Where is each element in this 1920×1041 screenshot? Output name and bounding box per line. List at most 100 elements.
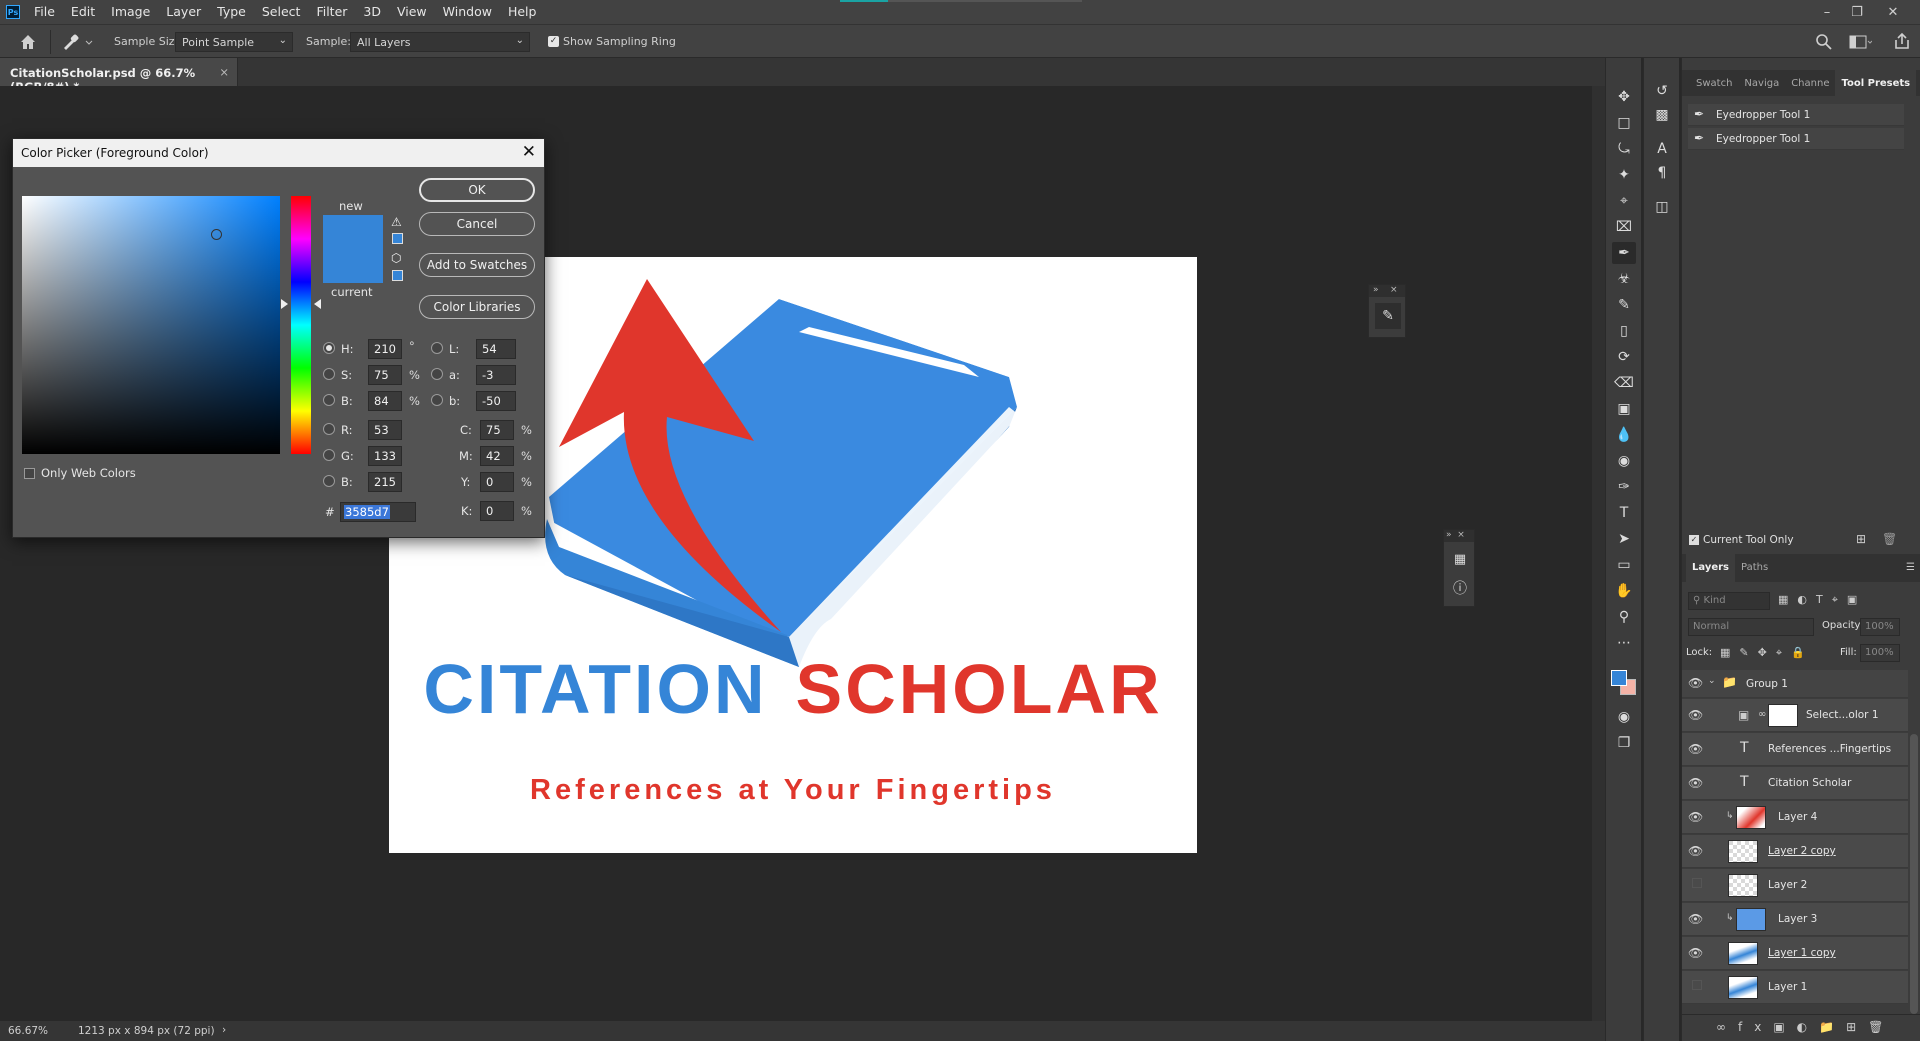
web-safe-cube-icon[interactable]: ⬡ <box>391 251 401 265</box>
menu-edit[interactable]: Edit <box>63 0 103 24</box>
color-picker-cursor[interactable] <box>211 229 222 240</box>
layer-row[interactable]: 👁 ↳ Layer 3 <box>1682 903 1908 936</box>
layer-row[interactable]: 👁 Layer 1 copy <box>1682 937 1908 970</box>
home-icon[interactable] <box>18 32 38 52</box>
opacity-input[interactable]: 100% <box>1860 618 1900 636</box>
layers-scrollbar[interactable] <box>1910 734 1918 1014</box>
menu-help[interactable]: Help <box>500 0 545 24</box>
fill-input[interactable]: 100% <box>1860 644 1900 662</box>
layer-filter-input[interactable]: ⚲ Kind <box>1688 592 1770 610</box>
menu-file[interactable]: File <box>26 0 63 24</box>
frame-tool-icon[interactable]: ⌧ <box>1612 216 1636 238</box>
eye-icon[interactable]: 👁 <box>1688 844 1708 864</box>
close-tab-icon[interactable]: × <box>219 65 229 79</box>
tool-preset-picker[interactable] <box>60 32 94 52</box>
color-libraries-button[interactable]: Color Libraries <box>419 295 535 319</box>
document-tab[interactable]: CitationScholar.psd @ 66.7% (RGB/8#) * × <box>0 58 238 94</box>
eye-icon[interactable]: 👁 <box>1688 776 1708 796</box>
history-brush-tool-icon[interactable]: ⟳ <box>1612 346 1636 368</box>
sample-select[interactable]: All Layers ⌄ <box>350 32 530 52</box>
hue-slider-left-handle[interactable] <box>281 299 288 309</box>
layer-filter-icons[interactable]: ▦◐T⌖▣ <box>1778 593 1866 607</box>
preset-item[interactable]: ✒ Eyedropper Tool 1 <box>1688 128 1904 150</box>
tab-swatches[interactable]: Swatch <box>1690 70 1738 96</box>
layer-row[interactable]: 👁 ↳ Layer 4 <box>1682 801 1908 834</box>
magenta-field[interactable]: 42 <box>480 446 514 466</box>
dodge-tool-icon[interactable]: ◉ <box>1612 450 1636 472</box>
brightness-field[interactable]: 84 <box>368 391 402 411</box>
add-to-swatches-button[interactable]: Add to Swatches <box>419 253 535 277</box>
saturation-brightness-field[interactable] <box>22 196 280 454</box>
lab-l-field[interactable]: 54 <box>476 339 516 359</box>
info-icon[interactable]: ⓘ <box>1449 578 1471 600</box>
vertical-scrollbar[interactable] <box>1592 86 1605 1021</box>
search-icon[interactable] <box>1815 33 1833 51</box>
menu-type[interactable]: Type <box>209 0 254 24</box>
eye-icon[interactable]: 👁 <box>1688 912 1708 932</box>
menu-filter[interactable]: Filter <box>308 0 355 24</box>
sample-size-select[interactable]: Point Sample ⌄ <box>175 32 293 52</box>
tab-navigator[interactable]: Naviga <box>1738 70 1785 96</box>
blue-field[interactable]: 215 <box>368 472 402 492</box>
close-icon[interactable]: ✕ <box>1878 0 1908 24</box>
hex-field[interactable]: 3585d7 <box>340 502 416 522</box>
menu-3d[interactable]: 3D <box>355 0 389 24</box>
eye-hidden-icon[interactable] <box>1692 878 1702 888</box>
share-icon[interactable] <box>1892 31 1912 51</box>
hue-radio[interactable] <box>323 342 335 354</box>
minimize-icon[interactable]: – <box>1812 0 1842 24</box>
rectangle-tool-icon[interactable]: ▭ <box>1612 554 1636 576</box>
saturation-field[interactable]: 75 <box>368 365 402 385</box>
tab-channels[interactable]: Channe <box>1785 70 1835 96</box>
green-field[interactable]: 133 <box>368 446 402 466</box>
layer-row[interactable]: Layer 2 <box>1682 869 1908 902</box>
eyedropper-tool-icon[interactable]: ✒ <box>1612 242 1636 264</box>
marquee-tool-icon[interactable]: □ <box>1612 112 1636 134</box>
pen-tool-icon[interactable]: ✑ <box>1612 476 1636 498</box>
healing-brush-tool-icon[interactable]: ☣ <box>1612 268 1636 290</box>
gamut-color-chip[interactable] <box>392 233 403 244</box>
hue-slider[interactable] <box>291 196 311 454</box>
tab-layers[interactable]: Layers <box>1686 554 1735 582</box>
layer-row[interactable]: 👁 T Citation Scholar <box>1682 767 1908 800</box>
brightness-radio[interactable] <box>323 394 335 406</box>
gradient-tool-icon[interactable]: ▣ <box>1612 398 1636 420</box>
type-tool-icon[interactable]: T <box>1612 502 1636 524</box>
black-field[interactable]: 0 <box>480 501 514 521</box>
magic-wand-tool-icon[interactable]: ✦ <box>1612 164 1636 186</box>
properties-icon[interactable]: ▦ <box>1449 552 1471 574</box>
blend-mode-select[interactable]: Normal <box>1688 618 1814 636</box>
cancel-button[interactable]: Cancel <box>419 212 535 236</box>
current-tool-only-checkbox[interactable]: ✓ <box>1689 535 1699 545</box>
delete-preset-icon[interactable]: 🗑 <box>1882 532 1897 546</box>
crop-tool-icon[interactable]: ⌖ <box>1612 190 1636 212</box>
lasso-tool-icon[interactable]: ⤿ <box>1612 138 1636 160</box>
lock-icons[interactable]: ▦✎✥⌖🔒 <box>1720 646 1814 660</box>
path-selection-tool-icon[interactable]: ➤ <box>1612 528 1636 550</box>
green-radio[interactable] <box>323 449 335 461</box>
status-arrow-icon[interactable]: › <box>222 1024 226 1036</box>
lab-l-radio[interactable] <box>431 342 443 354</box>
libraries-panel-icon[interactable]: ◫ <box>1650 196 1674 218</box>
layer-row[interactable]: 👁 ▣ ∞ Select...olor 1 <box>1682 699 1908 732</box>
show-ring-checkbox[interactable]: ✓ <box>548 36 559 47</box>
tool-presets-dock-icon[interactable]: ▩ <box>1650 104 1674 126</box>
gamut-warning-icon[interactable]: ⚠ <box>391 215 402 229</box>
menu-select[interactable]: Select <box>254 0 309 24</box>
more-tools-icon[interactable]: ⋯ <box>1612 632 1636 654</box>
restore-icon[interactable]: ❐ <box>1842 0 1872 24</box>
saturation-radio[interactable] <box>323 368 335 380</box>
tab-tool-presets[interactable]: Tool Presets <box>1835 70 1917 96</box>
screen-mode-icon[interactable]: ❐ <box>1612 732 1636 754</box>
web-safe-color-chip[interactable] <box>392 270 403 281</box>
red-radio[interactable] <box>323 423 335 435</box>
eraser-tool-icon[interactable]: ⌫ <box>1612 372 1636 394</box>
zoom-level[interactable]: 66.67% <box>8 1025 48 1037</box>
new-preset-icon[interactable]: ⊞ <box>1856 532 1866 546</box>
chevron-down-icon[interactable]: ⌄ <box>1708 676 1716 686</box>
tab-paths[interactable]: Paths <box>1735 554 1774 582</box>
hue-slider-right-handle[interactable] <box>314 299 321 309</box>
layer-row[interactable]: 👁 ⌄ 📁 Group 1 <box>1682 670 1908 698</box>
yellow-field[interactable]: 0 <box>480 472 514 492</box>
hand-tool-icon[interactable]: ✋ <box>1612 580 1636 602</box>
